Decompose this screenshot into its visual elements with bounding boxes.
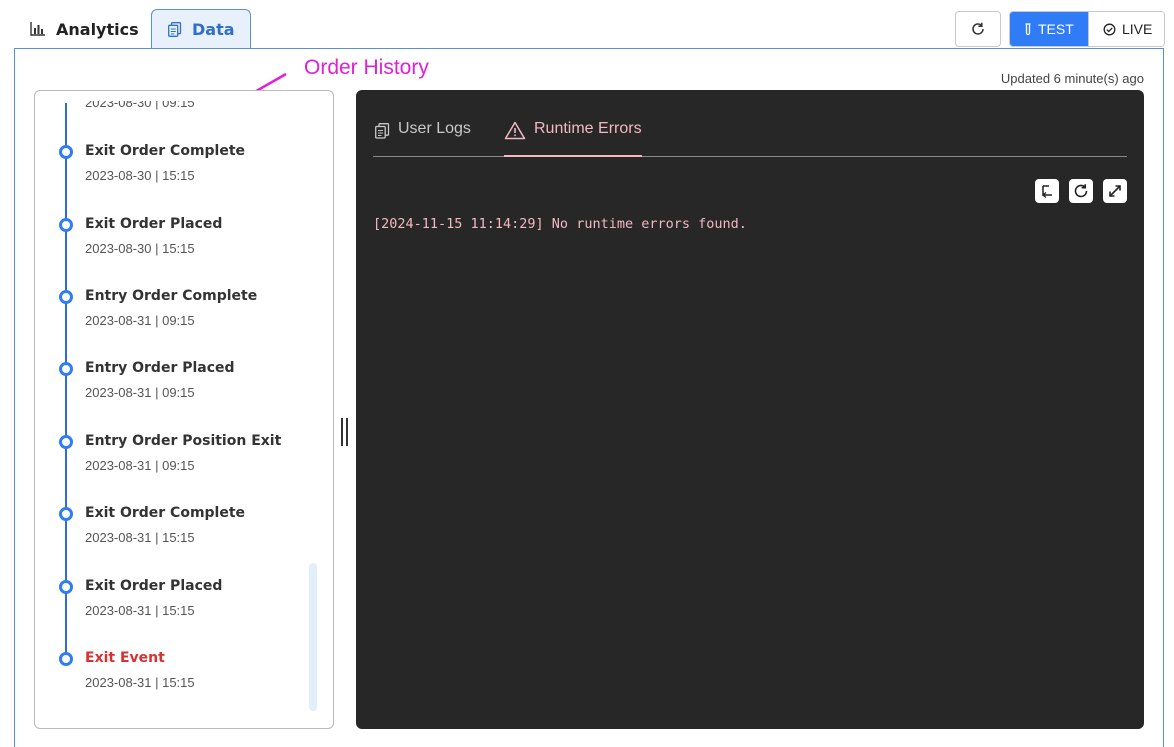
panel-resize-handle[interactable] xyxy=(339,418,349,446)
timeline-dot xyxy=(59,435,73,449)
timeline-scrollbar[interactable] xyxy=(309,563,317,711)
timeline-item-title: Exit Event xyxy=(85,650,165,666)
timeline-item-time: 2023-08-30 | 15:15 xyxy=(85,168,195,183)
refresh-button[interactable] xyxy=(955,11,1001,47)
timeline-item-time: 2023-08-31 | 09:15 xyxy=(85,458,195,473)
timeline-dot xyxy=(59,507,73,521)
timeline-item-title: Exit Order Placed xyxy=(85,578,223,594)
timeline-item: Entry Order Placed 2023-08-31 | 09:15 xyxy=(35,360,315,420)
warning-icon xyxy=(504,120,526,155)
order-history-panel[interactable]: 2023-08-30 | 09:15 Exit Order Complete 2… xyxy=(34,90,334,729)
timeline-item-time: 2023-08-31 | 09:15 xyxy=(85,313,195,328)
timeline-item: Entry Order Position Exit 2023-08-31 | 0… xyxy=(35,433,315,493)
timeline-item: Exit Order Complete 2023-08-31 | 15:15 xyxy=(35,505,315,565)
reload-logs-button[interactable] xyxy=(1069,179,1093,203)
mode-toggle: TEST LIVE xyxy=(1009,11,1165,47)
timeline-dot xyxy=(59,290,73,304)
log-toolbar xyxy=(1035,179,1127,203)
timeline-item-time: 2023-08-31 | 15:15 xyxy=(85,675,195,690)
refresh-icon xyxy=(1073,183,1089,199)
timeline-dot xyxy=(59,145,73,159)
log-tabs: User Logs Runtime Errors xyxy=(373,112,1127,157)
timeline-cut-off-time: 2023-08-30 | 09:15 xyxy=(85,95,195,110)
test-tube-icon xyxy=(1024,22,1032,36)
live-mode-label: LIVE xyxy=(1122,21,1153,37)
timeline-item-title: Exit Order Complete xyxy=(85,505,246,521)
timeline-item-error: Exit Event 2023-08-31 | 15:15 xyxy=(35,650,315,710)
timeline-dot xyxy=(59,362,73,376)
timeline-item-time: 2023-08-31 | 15:15 xyxy=(85,530,195,545)
tab-user-logs-label: User Logs xyxy=(398,120,471,137)
timeline-item-time: 2023-08-31 | 15:15 xyxy=(85,603,195,618)
timeline-item-title: Entry Order Placed xyxy=(85,360,235,376)
timeline-dot xyxy=(59,652,73,666)
timeline-item-title: Exit Order Complete xyxy=(85,143,246,159)
annotation-label: Order History xyxy=(304,56,429,79)
tab-runtime-errors-label: Runtime Errors xyxy=(534,120,642,137)
timeline-dot xyxy=(59,580,73,594)
expand-button[interactable] xyxy=(1103,179,1127,203)
timeline-dot xyxy=(59,218,73,232)
timeline-item: Exit Order Placed 2023-08-30 | 15:15 xyxy=(35,216,315,276)
bar-chart-icon xyxy=(30,22,46,36)
timeline-item-time: 2023-08-30 | 15:15 xyxy=(85,241,195,256)
document-icon xyxy=(375,120,390,157)
updated-status: Updated 6 minute(s) ago xyxy=(1000,71,1144,86)
tab-user-logs[interactable]: User Logs xyxy=(375,120,471,157)
timeline-item-title: Entry Order Position Exit xyxy=(85,433,282,449)
wrap-icon xyxy=(1040,184,1054,198)
tab-data[interactable]: Data xyxy=(151,9,251,49)
timeline-item-title: Exit Order Placed xyxy=(85,216,223,232)
timeline-item: Entry Order Complete 2023-08-31 | 09:15 xyxy=(35,288,315,348)
tab-analytics[interactable]: Analytics xyxy=(30,9,151,49)
check-circle-icon xyxy=(1103,23,1116,36)
tab-runtime-errors[interactable]: Runtime Errors xyxy=(504,120,642,157)
tab-analytics-label: Analytics xyxy=(56,19,139,39)
wrap-toggle-button[interactable] xyxy=(1035,179,1059,203)
refresh-icon xyxy=(971,22,985,36)
log-panel: User Logs Runtime Errors [2024-11-15 11:… xyxy=(356,90,1144,729)
timeline-item: Exit Order Complete 2023-08-30 | 15:15 xyxy=(35,143,315,203)
timeline-item: Exit Order Placed 2023-08-31 | 15:15 xyxy=(35,578,315,638)
timeline-item-title: Entry Order Complete xyxy=(85,288,258,304)
documents-icon xyxy=(168,22,182,37)
expand-icon xyxy=(1108,184,1122,198)
timeline-item-time: 2023-08-31 | 09:15 xyxy=(85,385,195,400)
live-mode-button[interactable]: LIVE xyxy=(1088,12,1164,46)
test-mode-button[interactable]: TEST xyxy=(1010,12,1088,46)
test-mode-label: TEST xyxy=(1038,21,1074,37)
log-line: [2024-11-15 11:14:29] No runtime errors … xyxy=(373,216,747,232)
tab-data-label: Data xyxy=(192,20,235,39)
